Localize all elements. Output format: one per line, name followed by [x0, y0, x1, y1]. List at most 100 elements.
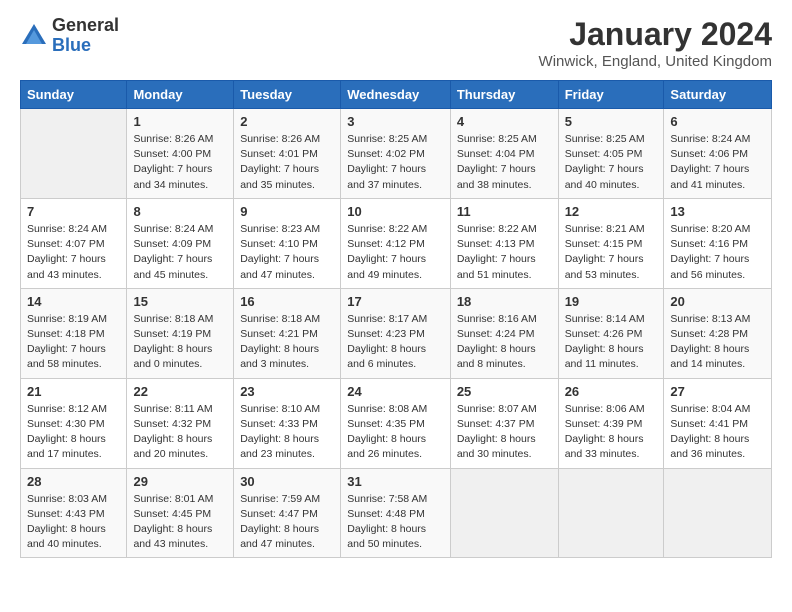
day-info: Sunrise: 8:18 AM Sunset: 4:19 PM Dayligh… [133, 312, 227, 373]
day-number: 19 [565, 294, 658, 309]
day-number: 6 [670, 114, 765, 129]
day-info: Sunrise: 8:20 AM Sunset: 4:16 PM Dayligh… [670, 222, 765, 283]
calendar-cell [21, 109, 127, 199]
calendar-cell: 25 Sunrise: 8:07 AM Sunset: 4:37 PM Dayli… [450, 378, 558, 468]
day-number: 11 [457, 204, 552, 219]
weekday-wednesday: Wednesday [341, 81, 451, 109]
location: Winwick, England, United Kingdom [539, 53, 772, 70]
day-info: Sunrise: 8:07 AM Sunset: 4:37 PM Dayligh… [457, 402, 552, 463]
day-info: Sunrise: 8:12 AM Sunset: 4:30 PM Dayligh… [27, 402, 120, 463]
calendar-body: 1Sunrise: 8:26 AM Sunset: 4:00 PM Daylig… [21, 109, 772, 558]
day-number: 5 [565, 114, 658, 129]
weekday-tuesday: Tuesday [234, 81, 341, 109]
calendar-cell: 12Sunrise: 8:21 AM Sunset: 4:15 PM Dayli… [558, 198, 664, 288]
day-info: Sunrise: 8:01 AM Sunset: 4:45 PM Dayligh… [133, 492, 227, 553]
day-number: 4 [457, 114, 552, 129]
day-number: 14 [27, 294, 120, 309]
day-info: Sunrise: 8:14 AM Sunset: 4:26 PM Dayligh… [565, 312, 658, 373]
weekday-friday: Friday [558, 81, 664, 109]
day-number: 22 [133, 384, 227, 399]
day-number: 23 [240, 384, 334, 399]
day-number: 20 [670, 294, 765, 309]
calendar-cell: 28 Sunrise: 8:03 AM Sunset: 4:43 PM Dayli… [21, 468, 127, 558]
calendar-cell: 20 Sunrise: 8:13 AM Sunset: 4:28 PM Dayli… [664, 288, 772, 378]
calendar-cell: 15 Sunrise: 8:18 AM Sunset: 4:19 PM Dayli… [127, 288, 234, 378]
calendar-cell: 4Sunrise: 8:25 AM Sunset: 4:04 PM Daylig… [450, 109, 558, 199]
day-info: Sunrise: 7:58 AM Sunset: 4:48 PM Dayligh… [347, 492, 444, 553]
day-info: Sunrise: 8:22 AM Sunset: 4:12 PM Dayligh… [347, 222, 444, 283]
calendar-cell: 8 Sunrise: 8:24 AM Sunset: 4:09 PM Daylig… [127, 198, 234, 288]
week-row-2: 14 Sunrise: 8:19 AM Sunset: 4:18 PM Dayli… [21, 288, 772, 378]
day-number: 30 [240, 474, 334, 489]
day-number: 1 [133, 114, 227, 129]
day-number: 12 [565, 204, 658, 219]
day-number: 7 [27, 204, 120, 219]
day-info: Sunrise: 8:03 AM Sunset: 4:43 PM Dayligh… [27, 492, 120, 553]
day-info: Sunrise: 8:19 AM Sunset: 4:18 PM Dayligh… [27, 312, 120, 373]
title-block: January 2024 Winwick, England, United Ki… [539, 16, 772, 70]
calendar-cell: 6 Sunrise: 8:24 AM Sunset: 4:06 PM Daylig… [664, 109, 772, 199]
logo-text: General Blue [52, 16, 119, 56]
day-info: Sunrise: 8:24 AM Sunset: 4:09 PM Dayligh… [133, 222, 227, 283]
day-info: Sunrise: 8:10 AM Sunset: 4:33 PM Dayligh… [240, 402, 334, 463]
calendar-cell: 13 Sunrise: 8:20 AM Sunset: 4:16 PM Dayli… [664, 198, 772, 288]
calendar-cell [664, 468, 772, 558]
logo-general: General [52, 16, 119, 36]
weekday-monday: Monday [127, 81, 234, 109]
day-info: Sunrise: 8:22 AM Sunset: 4:13 PM Dayligh… [457, 222, 552, 283]
day-number: 8 [133, 204, 227, 219]
calendar-cell: 1Sunrise: 8:26 AM Sunset: 4:00 PM Daylig… [127, 109, 234, 199]
calendar-cell: 27Sunrise: 8:04 AM Sunset: 4:41 PM Dayli… [664, 378, 772, 468]
weekday-header-row: SundayMondayTuesdayWednesdayThursdayFrid… [21, 81, 772, 109]
calendar-cell: 18Sunrise: 8:16 AM Sunset: 4:24 PM Dayli… [450, 288, 558, 378]
calendar-cell: 24 Sunrise: 8:08 AM Sunset: 4:35 PM Dayli… [341, 378, 451, 468]
day-number: 16 [240, 294, 334, 309]
logo-blue: Blue [52, 36, 119, 56]
calendar-cell: 30 Sunrise: 7:59 AM Sunset: 4:47 PM Dayli… [234, 468, 341, 558]
weekday-thursday: Thursday [450, 81, 558, 109]
weekday-sunday: Sunday [21, 81, 127, 109]
day-number: 17 [347, 294, 444, 309]
week-row-4: 28 Sunrise: 8:03 AM Sunset: 4:43 PM Dayli… [21, 468, 772, 558]
calendar-header: SundayMondayTuesdayWednesdayThursdayFrid… [21, 81, 772, 109]
calendar-cell: 10Sunrise: 8:22 AM Sunset: 4:12 PM Dayli… [341, 198, 451, 288]
calendar-cell: 5 Sunrise: 8:25 AM Sunset: 4:05 PM Daylig… [558, 109, 664, 199]
logo-icon [20, 22, 48, 50]
calendar-cell: 29Sunrise: 8:01 AM Sunset: 4:45 PM Dayli… [127, 468, 234, 558]
day-info: Sunrise: 8:04 AM Sunset: 4:41 PM Dayligh… [670, 402, 765, 463]
calendar-cell: 2Sunrise: 8:26 AM Sunset: 4:01 PM Daylig… [234, 109, 341, 199]
weekday-saturday: Saturday [664, 81, 772, 109]
day-number: 24 [347, 384, 444, 399]
day-info: Sunrise: 8:17 AM Sunset: 4:23 PM Dayligh… [347, 312, 444, 373]
week-row-1: 7Sunrise: 8:24 AM Sunset: 4:07 PM Daylig… [21, 198, 772, 288]
page-header: General Blue January 2024 Winwick, Engla… [20, 16, 772, 70]
day-info: Sunrise: 8:08 AM Sunset: 4:35 PM Dayligh… [347, 402, 444, 463]
week-row-0: 1Sunrise: 8:26 AM Sunset: 4:00 PM Daylig… [21, 109, 772, 199]
day-number: 28 [27, 474, 120, 489]
day-info: Sunrise: 8:25 AM Sunset: 4:05 PM Dayligh… [565, 132, 658, 193]
logo: General Blue [20, 16, 119, 56]
day-number: 31 [347, 474, 444, 489]
calendar-cell: 26Sunrise: 8:06 AM Sunset: 4:39 PM Dayli… [558, 378, 664, 468]
day-info: Sunrise: 8:24 AM Sunset: 4:06 PM Dayligh… [670, 132, 765, 193]
week-row-3: 21 Sunrise: 8:12 AM Sunset: 4:30 PM Dayli… [21, 378, 772, 468]
day-info: Sunrise: 8:11 AM Sunset: 4:32 PM Dayligh… [133, 402, 227, 463]
day-number: 9 [240, 204, 334, 219]
day-number: 26 [565, 384, 658, 399]
day-number: 21 [27, 384, 120, 399]
calendar-cell: 14 Sunrise: 8:19 AM Sunset: 4:18 PM Dayli… [21, 288, 127, 378]
day-info: Sunrise: 8:13 AM Sunset: 4:28 PM Dayligh… [670, 312, 765, 373]
day-info: Sunrise: 7:59 AM Sunset: 4:47 PM Dayligh… [240, 492, 334, 553]
day-info: Sunrise: 8:26 AM Sunset: 4:01 PM Dayligh… [240, 132, 334, 193]
calendar-cell: 19 Sunrise: 8:14 AM Sunset: 4:26 PM Dayli… [558, 288, 664, 378]
day-number: 15 [133, 294, 227, 309]
day-info: Sunrise: 8:16 AM Sunset: 4:24 PM Dayligh… [457, 312, 552, 373]
day-number: 25 [457, 384, 552, 399]
calendar-cell: 9Sunrise: 8:23 AM Sunset: 4:10 PM Daylig… [234, 198, 341, 288]
calendar-cell: 21 Sunrise: 8:12 AM Sunset: 4:30 PM Dayli… [21, 378, 127, 468]
day-number: 13 [670, 204, 765, 219]
calendar-cell: 16Sunrise: 8:18 AM Sunset: 4:21 PM Dayli… [234, 288, 341, 378]
calendar-cell: 11 Sunrise: 8:22 AM Sunset: 4:13 PM Dayli… [450, 198, 558, 288]
calendar-cell [450, 468, 558, 558]
calendar-cell: 17 Sunrise: 8:17 AM Sunset: 4:23 PM Dayli… [341, 288, 451, 378]
